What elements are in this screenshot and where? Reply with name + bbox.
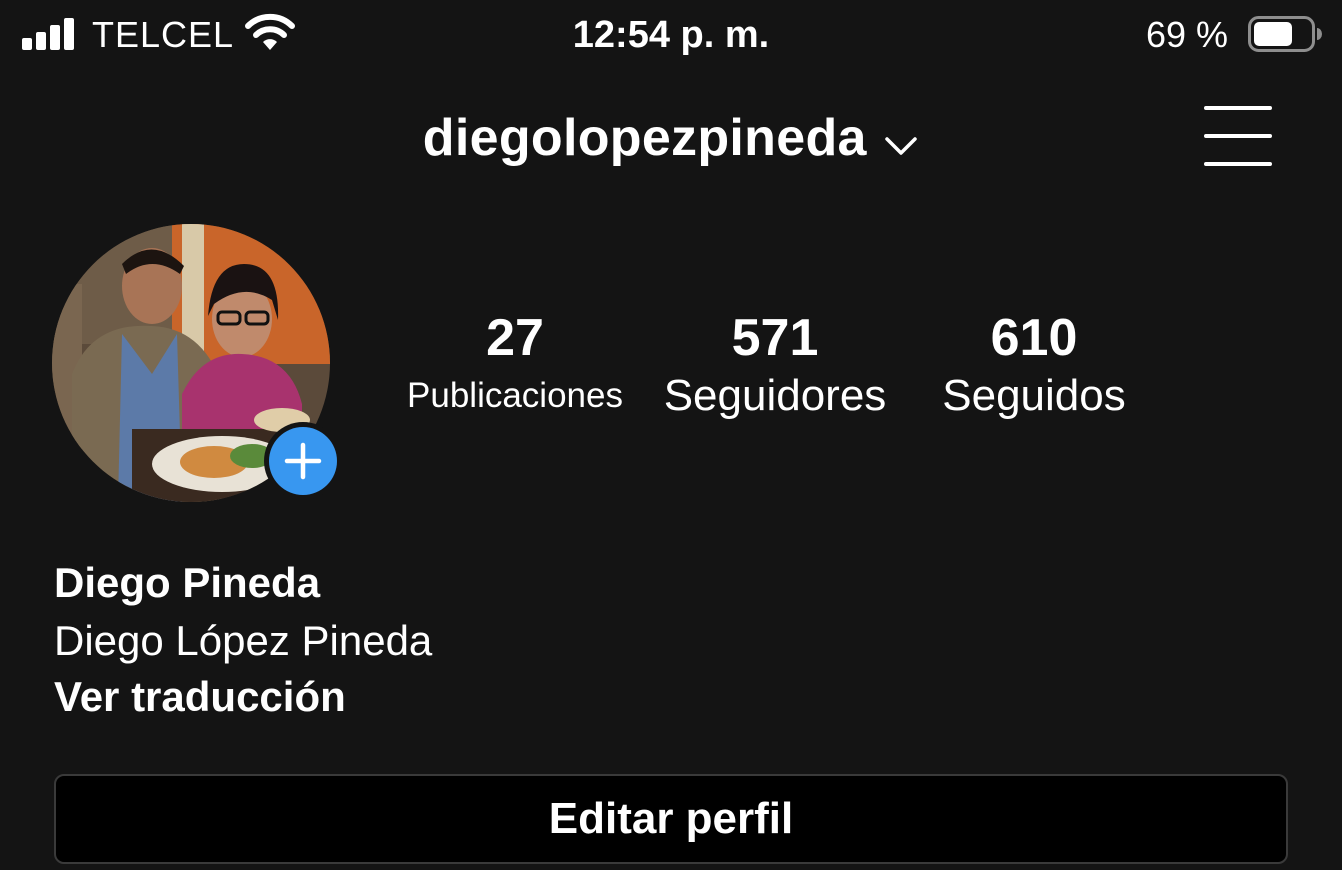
- battery-icon: [1248, 16, 1322, 52]
- add-story-button[interactable]: [264, 422, 342, 500]
- stat-seguidores[interactable]: 571 Seguidores: [650, 306, 900, 422]
- stat-following-label: Seguidos: [942, 371, 1126, 420]
- profile-username[interactable]: diegolopezpineda: [423, 109, 867, 167]
- status-time: 12:54 p. m.: [572, 14, 770, 56]
- stat-seguidos[interactable]: 610 Seguidos: [920, 306, 1148, 422]
- profile-bio: Diego López Pineda: [54, 617, 433, 664]
- profile-header: diegolopezpineda: [0, 92, 1342, 182]
- see-translation-link[interactable]: Ver traducción: [54, 670, 346, 724]
- stat-publicaciones[interactable]: 27 Publicaciones: [398, 306, 632, 422]
- stat-posts-label: Publicaciones: [407, 376, 623, 415]
- stat-posts-count: 27: [486, 309, 544, 367]
- status-bar: TELCEL 12:54 p. m. 69 %: [0, 0, 1342, 70]
- stat-followers-count: 571: [731, 309, 819, 367]
- stat-followers-label: Seguidores: [663, 371, 887, 420]
- account-switcher[interactable]: diegolopezpineda: [0, 108, 1342, 168]
- instagram-profile-screen: TELCEL 12:54 p. m. 69 % diegolopezpineda: [0, 0, 1342, 870]
- battery-percent: 69 %: [1146, 14, 1229, 55]
- plus-icon: [284, 442, 322, 480]
- profile-display-name: Diego Pineda: [54, 559, 321, 606]
- edit-profile-button[interactable]: Editar perfil: [54, 774, 1288, 864]
- hamburger-menu-icon[interactable]: [1204, 106, 1272, 166]
- chevron-down-icon[interactable]: [883, 134, 919, 158]
- stat-following-count: 610: [990, 309, 1078, 367]
